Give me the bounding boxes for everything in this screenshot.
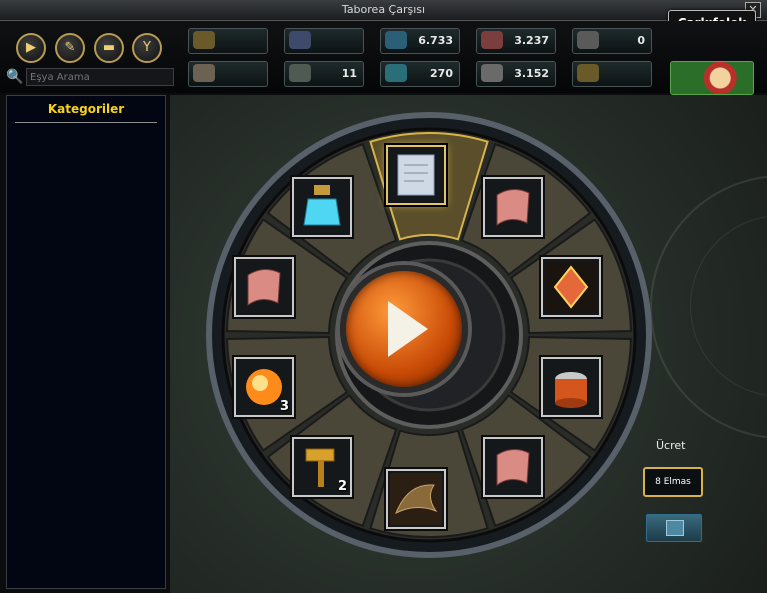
diamond-icon	[385, 31, 407, 49]
crystal-icon	[385, 64, 407, 82]
roulette-icon[interactable]	[670, 61, 754, 95]
coin-icon	[193, 31, 215, 49]
fee-label: Ücret	[656, 439, 686, 452]
shop-window: Taborea Çarşısı ✕ Çarkıfelek ▶ ✎ ▬ Y 6.7…	[0, 0, 767, 593]
currency-1	[188, 28, 268, 54]
rose-scroll-icon	[247, 269, 281, 306]
scroll-icon[interactable]: ✎	[55, 33, 85, 63]
map-icon	[193, 64, 215, 82]
ruby-icon	[481, 31, 503, 49]
currency-7: 11	[284, 61, 364, 87]
pottery-icon	[555, 372, 587, 408]
divider	[15, 122, 157, 123]
currency-2	[284, 28, 364, 54]
book-button[interactable]	[646, 514, 702, 542]
currency-6	[188, 61, 268, 87]
rose-scroll-icon	[496, 449, 530, 486]
slot-2[interactable]	[483, 177, 543, 237]
slot-7[interactable]: 2	[292, 437, 352, 497]
sidebar-title: Kategoriler	[47, 102, 125, 116]
window-title: Taborea Çarşısı	[341, 3, 426, 16]
token-icon	[577, 31, 599, 49]
category-sidebar: Kategoriler	[6, 95, 166, 589]
play-triangle-icon	[388, 301, 428, 357]
medal-icon	[289, 64, 311, 82]
currency-5: 0	[572, 28, 652, 54]
search-bar: 🔍	[6, 68, 174, 86]
currency-8: 270	[380, 61, 460, 87]
slot-9[interactable]	[234, 257, 294, 317]
search-input[interactable]	[26, 68, 174, 86]
dragon-head-icon	[390, 473, 442, 525]
rose-scroll-icon	[496, 189, 530, 226]
currency-10	[572, 61, 652, 87]
currency-3: 6.733	[380, 28, 460, 54]
search-icon: 🔍	[6, 69, 24, 85]
slot-8[interactable]: 3	[234, 357, 294, 417]
fee-value-button[interactable]: 8 Elmas	[643, 467, 703, 497]
play-icon[interactable]: ▶	[16, 33, 46, 63]
ticket-icon[interactable]: ▬	[94, 33, 124, 63]
slot-5[interactable]	[483, 437, 543, 497]
scroll-icon	[397, 154, 435, 196]
slot-6[interactable]	[386, 469, 446, 529]
silver-coin-icon	[481, 64, 503, 82]
title-bar: Taborea Çarşısı ✕	[0, 0, 767, 21]
currency-4: 3.237	[476, 28, 556, 54]
slot-4[interactable]	[541, 357, 601, 417]
book-icon	[666, 520, 684, 536]
crystal-gem-icon	[545, 261, 597, 313]
potion-icon	[303, 185, 341, 226]
gold-coin-icon	[577, 64, 599, 82]
slot-3[interactable]	[541, 257, 601, 317]
spin-button[interactable]	[340, 265, 468, 393]
shield-icon	[289, 31, 311, 49]
currency-9: 3.152	[476, 61, 556, 87]
slot-1[interactable]	[386, 145, 446, 205]
filter-icon[interactable]: Y	[132, 33, 162, 63]
slot-10[interactable]	[292, 177, 352, 237]
